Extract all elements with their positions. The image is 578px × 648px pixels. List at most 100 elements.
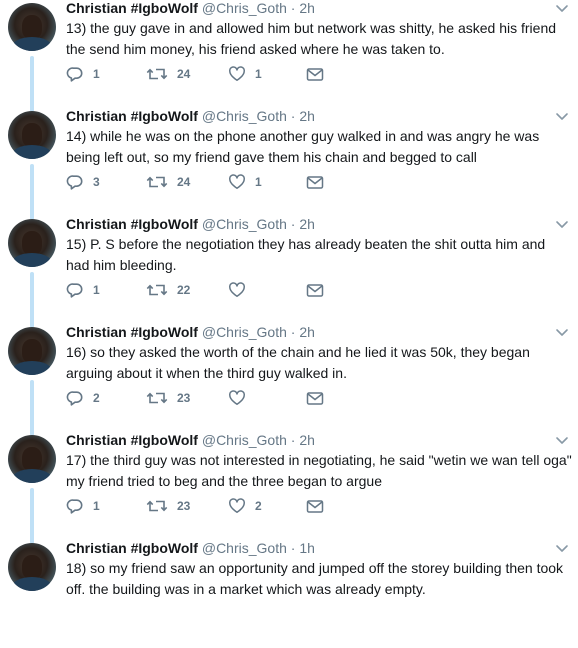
user-handle[interactable]: @Chris_Goth bbox=[202, 324, 287, 340]
tweet[interactable]: Christian #IgboWolf @Chris_Goth · 1h 18) … bbox=[0, 540, 578, 648]
direct-message-button[interactable] bbox=[306, 388, 324, 408]
thread-connector-line bbox=[30, 164, 34, 220]
like-icon bbox=[228, 174, 246, 190]
like-button[interactable] bbox=[228, 280, 255, 300]
tweet[interactable]: Christian #IgboWolf @Chris_Goth · 2h 16) … bbox=[0, 324, 578, 436]
direct-message-icon bbox=[306, 499, 324, 514]
retweet-button[interactable]: 23 bbox=[146, 388, 190, 408]
avatar[interactable] bbox=[8, 543, 56, 591]
retweet-count: 23 bbox=[177, 391, 191, 405]
tweet-header: Christian #IgboWolf @Chris_Goth · 1h bbox=[66, 538, 315, 558]
avatar[interactable] bbox=[8, 3, 56, 51]
direct-message-button[interactable] bbox=[306, 496, 324, 516]
retweet-button[interactable]: 23 bbox=[146, 496, 190, 516]
chevron-down-icon[interactable] bbox=[554, 434, 570, 448]
reply-icon bbox=[66, 390, 84, 406]
reply-button[interactable]: 1 bbox=[66, 64, 100, 84]
reply-icon bbox=[66, 174, 84, 190]
like-icon bbox=[228, 498, 246, 514]
tweet-text: 16) so they asked the worth of the chain… bbox=[66, 344, 530, 381]
display-name[interactable]: Christian #IgboWolf bbox=[66, 108, 198, 124]
tweet-header: Christian #IgboWolf @Chris_Goth · 2h bbox=[66, 214, 315, 234]
reply-button[interactable]: 3 bbox=[66, 172, 100, 192]
tweet-text: 13) the guy gave in and allowed him but … bbox=[66, 20, 557, 57]
tweet-header: Christian #IgboWolf @Chris_Goth · 2h bbox=[66, 106, 315, 126]
timestamp[interactable]: 2h bbox=[299, 432, 315, 448]
avatar[interactable] bbox=[8, 111, 56, 159]
direct-message-button[interactable] bbox=[306, 280, 324, 300]
retweet-button[interactable]: 22 bbox=[146, 280, 190, 300]
like-icon bbox=[228, 390, 246, 406]
reply-count: 3 bbox=[93, 175, 100, 189]
user-handle[interactable]: @Chris_Goth bbox=[202, 216, 287, 232]
reply-icon bbox=[66, 282, 84, 298]
direct-message-button[interactable] bbox=[306, 172, 324, 192]
retweet-icon bbox=[146, 174, 168, 190]
direct-message-icon bbox=[306, 175, 324, 190]
like-count: 1 bbox=[255, 175, 262, 189]
direct-message-icon bbox=[306, 283, 324, 298]
reply-icon bbox=[66, 498, 84, 514]
reply-button[interactable]: 1 bbox=[66, 280, 100, 300]
like-button[interactable]: 2 bbox=[228, 496, 262, 516]
reply-count: 1 bbox=[93, 499, 100, 513]
avatar[interactable] bbox=[8, 219, 56, 267]
reply-count: 1 bbox=[93, 67, 100, 81]
retweet-count: 24 bbox=[177, 175, 191, 189]
user-handle[interactable]: @Chris_Goth bbox=[202, 108, 287, 124]
separator-dot: · bbox=[290, 540, 296, 556]
tweet-header: Christian #IgboWolf @Chris_Goth · 2h bbox=[66, 0, 315, 18]
like-count: 2 bbox=[255, 499, 262, 513]
display-name[interactable]: Christian #IgboWolf bbox=[66, 540, 198, 556]
retweet-icon bbox=[146, 390, 168, 406]
timestamp[interactable]: 2h bbox=[299, 0, 315, 16]
user-handle[interactable]: @Chris_Goth bbox=[202, 432, 287, 448]
reply-icon bbox=[66, 66, 84, 82]
reply-count: 1 bbox=[93, 283, 100, 297]
tweet[interactable]: Christian #IgboWolf @Chris_Goth · 2h 14) … bbox=[0, 106, 578, 220]
timestamp[interactable]: 2h bbox=[299, 108, 315, 124]
retweet-button[interactable]: 24 bbox=[146, 172, 190, 192]
avatar[interactable] bbox=[8, 435, 56, 483]
timestamp[interactable]: 2h bbox=[299, 324, 315, 340]
chevron-down-icon[interactable] bbox=[554, 2, 570, 16]
timestamp[interactable]: 1h bbox=[299, 540, 315, 556]
thread-connector-line bbox=[30, 488, 34, 544]
chevron-down-icon[interactable] bbox=[554, 218, 570, 232]
thread-connector-line bbox=[30, 380, 34, 436]
thread-connector-line bbox=[30, 56, 34, 112]
separator-dot: · bbox=[290, 216, 296, 232]
like-button[interactable]: 1 bbox=[228, 64, 262, 84]
timestamp[interactable]: 2h bbox=[299, 216, 315, 232]
like-button[interactable] bbox=[228, 388, 255, 408]
direct-message-icon bbox=[306, 67, 324, 82]
retweet-count: 24 bbox=[177, 67, 191, 81]
retweet-button[interactable]: 24 bbox=[146, 64, 190, 84]
thread-connector-line bbox=[30, 272, 34, 328]
direct-message-button[interactable] bbox=[306, 64, 324, 84]
reply-button[interactable]: 1 bbox=[66, 496, 100, 516]
tweet-text: 15) P. S before the negotiation they has… bbox=[66, 236, 546, 273]
reply-count: 2 bbox=[93, 391, 100, 405]
display-name[interactable]: Christian #IgboWolf bbox=[66, 432, 198, 448]
chevron-down-icon[interactable] bbox=[554, 110, 570, 124]
retweet-count: 23 bbox=[177, 499, 191, 513]
display-name[interactable]: Christian #IgboWolf bbox=[66, 216, 198, 232]
chevron-down-icon[interactable] bbox=[554, 326, 570, 340]
like-button[interactable]: 1 bbox=[228, 172, 262, 192]
avatar[interactable] bbox=[8, 327, 56, 375]
tweet[interactable]: Christian #IgboWolf @Chris_Goth · 2h 13) … bbox=[0, 0, 578, 112]
retweet-icon bbox=[146, 282, 168, 298]
display-name[interactable]: Christian #IgboWolf bbox=[66, 324, 198, 340]
chevron-down-icon[interactable] bbox=[554, 542, 570, 556]
reply-button[interactable]: 2 bbox=[66, 388, 100, 408]
user-handle[interactable]: @Chris_Goth bbox=[202, 540, 287, 556]
retweet-icon bbox=[146, 498, 168, 514]
user-handle[interactable]: @Chris_Goth bbox=[202, 0, 287, 16]
tweet[interactable]: Christian #IgboWolf @Chris_Goth · 2h 15) … bbox=[0, 214, 578, 328]
tweet[interactable]: Christian #IgboWolf @Chris_Goth · 2h 17) … bbox=[0, 432, 578, 544]
display-name[interactable]: Christian #IgboWolf bbox=[66, 0, 198, 16]
like-count: 1 bbox=[255, 67, 262, 81]
like-icon bbox=[228, 66, 246, 82]
tweet-text: 17) the third guy was not interested in … bbox=[66, 452, 572, 489]
